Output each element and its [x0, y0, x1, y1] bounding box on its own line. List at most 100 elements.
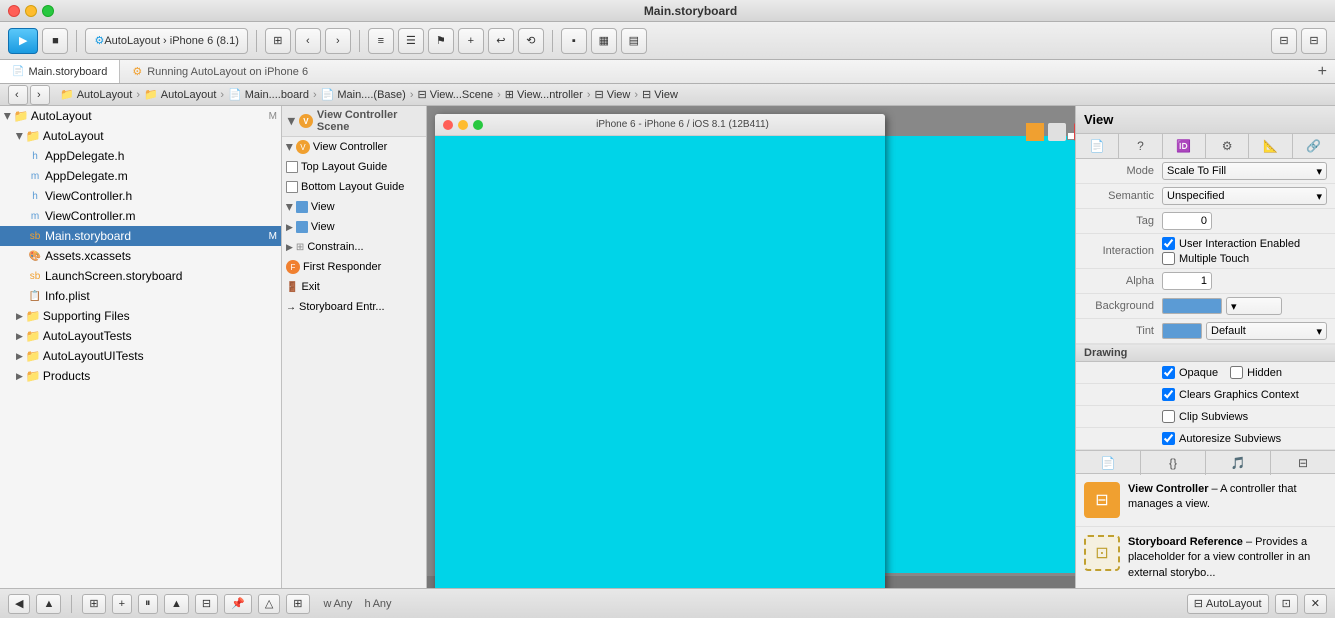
folder-icon: 📁	[14, 109, 28, 123]
insp-tag-input[interactable]	[1162, 212, 1212, 230]
bc-main-board[interactable]: 📄 Main....board	[228, 88, 309, 101]
nav-right-button[interactable]: ›	[30, 85, 50, 105]
bc-autolayout-1[interactable]: 📁 AutoLayout	[60, 88, 132, 101]
insp-tab-attributes[interactable]: ⚙	[1206, 134, 1249, 158]
bottom-align[interactable]: ▲	[164, 594, 189, 614]
add-tab-button[interactable]: +	[1310, 60, 1335, 83]
stop-button[interactable]: ■	[42, 28, 68, 54]
bottom-pin[interactable]: 📌	[224, 594, 252, 614]
bottom-resolve[interactable]: △	[258, 594, 280, 614]
insp-tab-size[interactable]: 📐	[1249, 134, 1292, 158]
autoresize-checkbox[interactable]	[1162, 432, 1175, 445]
scene-view-controller[interactable]: ▶ V View Controller	[282, 137, 426, 157]
bc-main-base[interactable]: 📄 Main....(Base)	[321, 88, 406, 101]
sidebar-infoplist[interactable]: 📋 Info.plist	[0, 286, 281, 306]
bottom-embed[interactable]: ⊞	[286, 594, 309, 614]
sidebar-main-storyboard[interactable]: sb Main.storyboard M	[0, 226, 281, 246]
back-button[interactable]: ‹	[295, 28, 321, 54]
run-button[interactable]: ▶	[8, 28, 38, 54]
insp-tab-connections[interactable]: 🔗	[1293, 134, 1335, 158]
scene-view-child[interactable]: ▶ View	[282, 217, 426, 237]
breadcrumb-button[interactable]: ≡	[368, 28, 394, 54]
sim-max[interactable]	[473, 120, 483, 130]
sim-close[interactable]	[443, 120, 453, 130]
bottom-canvas-ctrl[interactable]: ⊞	[82, 594, 105, 614]
bottom-options[interactable]: ✕	[1304, 594, 1327, 614]
sidebar-assets[interactable]: 🎨 Assets.xcassets	[0, 246, 281, 266]
insp-tab-file[interactable]: 📄	[1076, 134, 1119, 158]
sidebar-group-autolayout[interactable]: ▶ 📁 AutoLayout	[0, 126, 281, 146]
sidebar-autolayoutuitests[interactable]: ▶ 📁 AutoLayoutUITests	[0, 346, 281, 366]
scene-storyboard-entry[interactable]: → Storyboard Entr...	[282, 297, 426, 317]
sidebar-toggle-left[interactable]: ⊟	[1271, 28, 1297, 54]
canvas-area[interactable]: iPhone 6 - iPhone 6 / iOS 8.1 (12B411) V…	[427, 106, 1075, 588]
grid-button[interactable]: ⊞	[265, 28, 291, 54]
sidebar-viewcontrollerm[interactable]: m ViewController.m	[0, 206, 281, 226]
layout-left-button[interactable]: ▪	[561, 28, 587, 54]
insp-tab-identity[interactable]: 🆔	[1163, 134, 1206, 158]
forward-button[interactable]: ›	[325, 28, 351, 54]
layout-right-button[interactable]: ▤	[621, 28, 647, 54]
obj-tab-file[interactable]: 📄	[1076, 451, 1141, 475]
history-button[interactable]: ⟲	[518, 28, 544, 54]
action-button[interactable]: ⚑	[428, 28, 454, 54]
add-button[interactable]: +	[458, 28, 484, 54]
sidebar-appdelegatem[interactable]: m AppDelegate.m	[0, 166, 281, 186]
scene-exit[interactable]: 🚪 Exit	[282, 277, 426, 297]
multiple-touch-checkbox[interactable]	[1162, 252, 1175, 265]
maximize-button[interactable]	[42, 5, 54, 17]
bc-autolayout-2[interactable]: 📁 AutoLayout	[144, 88, 216, 101]
nav-left-button[interactable]: ‹	[8, 85, 28, 105]
scheme-selector[interactable]: ⚙ AutoLayout › iPhone 6 (8.1)	[85, 28, 247, 54]
sidebar-launchscreen[interactable]: sb LaunchScreen.storyboard	[0, 266, 281, 286]
bookmark-button[interactable]: ↩	[488, 28, 514, 54]
hierarchy-button[interactable]: ☰	[398, 28, 424, 54]
bottom-zoom-fit[interactable]: ⊡	[1275, 594, 1298, 614]
obj-tab-snippets[interactable]: ⊟	[1271, 451, 1335, 475]
bc-view-1[interactable]: ⊟ View	[595, 88, 631, 101]
bc-view-2[interactable]: ⊟ View	[642, 88, 678, 101]
insp-background-swatch[interactable]	[1162, 298, 1222, 314]
obj-tab-media[interactable]: 🎵	[1206, 451, 1271, 475]
insp-tab-quickhelp[interactable]: ?	[1119, 134, 1162, 158]
insp-semantic-select[interactable]: Unspecified ▾	[1162, 187, 1327, 205]
bottom-uiview-icon[interactable]: ⊟ AutoLayout	[1187, 594, 1269, 614]
bc-view-controller[interactable]: ⊞ View...ntroller	[505, 88, 583, 101]
tab-running[interactable]: ⚙ Running AutoLayout on iPhone 6	[120, 60, 320, 83]
scene-first-responder[interactable]: F First Responder	[282, 257, 426, 277]
sidebar-appdelegateh[interactable]: h AppDelegate.h	[0, 146, 281, 166]
bottom-pause-ctrl[interactable]: ⏸	[138, 594, 158, 614]
bottom-add-ctrl[interactable]: +	[112, 594, 132, 614]
layout-center-button[interactable]: ▦	[591, 28, 617, 54]
bottom-nav-left[interactable]: ◀	[8, 594, 30, 614]
close-button[interactable]	[8, 5, 20, 17]
scene-top-layout[interactable]: Top Layout Guide	[282, 157, 426, 177]
insp-mode-select[interactable]: Scale To Fill ▾	[1162, 162, 1327, 180]
insp-alpha-input[interactable]	[1162, 272, 1212, 290]
sidebar-autolayouttests[interactable]: ▶ 📁 AutoLayoutTests	[0, 326, 281, 346]
sidebar-tests-label: AutoLayoutTests	[43, 329, 132, 343]
hidden-checkbox[interactable]	[1230, 366, 1243, 379]
minimize-button[interactable]	[25, 5, 37, 17]
scene-view-parent[interactable]: ▶ View	[282, 197, 426, 217]
sidebar-products[interactable]: ▶ 📁 Products	[0, 366, 281, 386]
scene-constraints[interactable]: ▶ ⊞ Constrain...	[282, 237, 426, 257]
sidebar-toggle-right[interactable]: ⊟	[1301, 28, 1327, 54]
sidebar-root-autolayout[interactable]: ▶ 📁 AutoLayout M	[0, 106, 281, 126]
insp-tint-select[interactable]: Default ▾	[1206, 322, 1327, 340]
sim-min[interactable]	[458, 120, 468, 130]
clip-subviews-checkbox[interactable]	[1162, 410, 1175, 423]
insp-tint-swatch[interactable]	[1162, 323, 1202, 339]
tab-main-storyboard[interactable]: 📄 Main.storyboard	[0, 60, 120, 83]
obj-tab-class[interactable]: {}	[1141, 451, 1206, 475]
scene-bottom-layout[interactable]: Bottom Layout Guide	[282, 177, 426, 197]
bottom-nav-up[interactable]: ▲	[36, 594, 61, 614]
bc-view-scene[interactable]: ⊟ View...Scene	[417, 88, 493, 101]
sidebar-viewcontrollerh[interactable]: h ViewController.h	[0, 186, 281, 206]
clears-graphics-checkbox[interactable]	[1162, 388, 1175, 401]
sidebar-supporting-files[interactable]: ▶ 📁 Supporting Files	[0, 306, 281, 326]
opaque-checkbox[interactable]	[1162, 366, 1175, 379]
insp-background-select[interactable]: ▾	[1226, 297, 1282, 315]
bottom-distribute[interactable]: ⊟	[195, 594, 218, 614]
user-interaction-checkbox[interactable]	[1162, 237, 1175, 250]
